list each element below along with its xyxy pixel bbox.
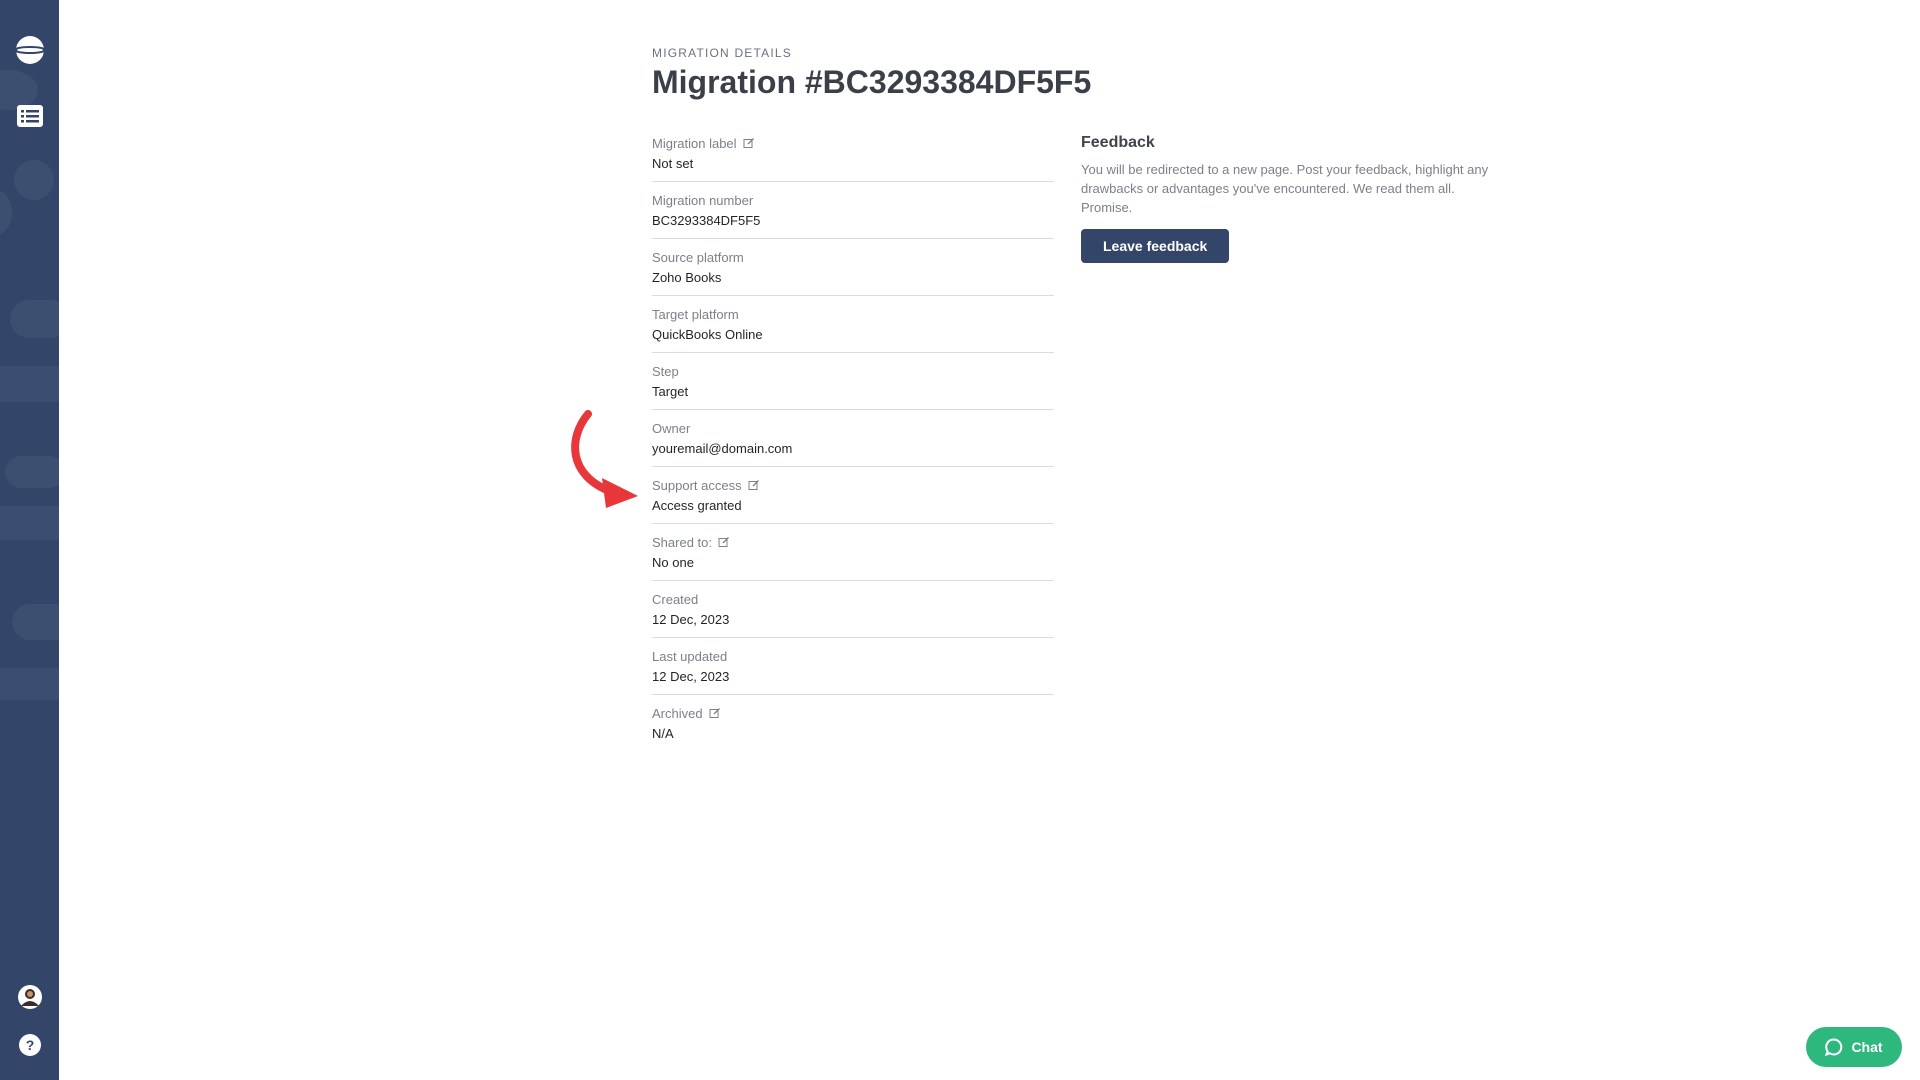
migration-details-list: Migration label Not set Migration number BC… bbox=[652, 134, 1054, 760]
chat-bubble-icon bbox=[1825, 1038, 1843, 1056]
detail-label: Shared to: bbox=[652, 533, 1054, 551]
detail-label-text: Last updated bbox=[652, 648, 728, 664]
detail-value: Not set bbox=[652, 156, 694, 171]
detail-label-text: Created bbox=[652, 591, 699, 607]
detail-row: Migration label Not set bbox=[652, 134, 1054, 182]
page-header: MIGRATION DETAILS Migration #BC3293384DF… bbox=[652, 46, 1552, 101]
detail-value: Zoho Books bbox=[652, 270, 722, 285]
avatar bbox=[17, 985, 42, 1009]
detail-label: Step bbox=[652, 362, 1054, 380]
help-button[interactable]: ? bbox=[0, 1030, 59, 1060]
detail-value: 12 Dec, 2023 bbox=[652, 669, 730, 684]
detail-label-text: Migration label bbox=[652, 135, 737, 151]
sidebar: ? bbox=[0, 0, 59, 1080]
edit-icon[interactable] bbox=[718, 536, 730, 548]
logo[interactable] bbox=[0, 30, 59, 70]
detail-label-text: Migration number bbox=[652, 192, 754, 208]
detail-row: Step Target bbox=[652, 362, 1054, 410]
annotation-arrow-icon bbox=[571, 410, 638, 508]
detail-value: Access granted bbox=[652, 498, 742, 513]
sidebar-decoration bbox=[12, 604, 59, 640]
page-eyebrow: MIGRATION DETAILS bbox=[652, 46, 792, 60]
sidebar-decoration bbox=[0, 668, 59, 700]
detail-value: N/A bbox=[652, 726, 674, 741]
detail-label: Owner bbox=[652, 419, 1054, 437]
detail-label-text: Support access bbox=[652, 477, 742, 493]
detail-label: Migration label bbox=[652, 134, 1054, 152]
detail-value: QuickBooks Online bbox=[652, 327, 763, 342]
svg-text:?: ? bbox=[25, 1037, 34, 1053]
edit-icon[interactable] bbox=[709, 707, 721, 719]
planet-logo-icon bbox=[12, 36, 47, 64]
detail-value: No one bbox=[652, 555, 694, 570]
detail-value: 12 Dec, 2023 bbox=[652, 612, 730, 627]
sidebar-decoration bbox=[0, 366, 59, 402]
detail-label-text: Source platform bbox=[652, 249, 744, 265]
detail-label: Source platform bbox=[652, 248, 1054, 266]
page-title: Migration #BC3293384DF5F5 bbox=[652, 64, 1092, 100]
sidebar-decoration bbox=[0, 190, 12, 235]
detail-row: Migration number BC3293384DF5F5 bbox=[652, 191, 1054, 239]
help-icon: ? bbox=[18, 1034, 41, 1056]
detail-label-text: Shared to: bbox=[652, 534, 712, 550]
detail-label-text: Target platform bbox=[652, 306, 739, 322]
detail-label: Migration number bbox=[652, 191, 1054, 209]
detail-label: Created bbox=[652, 590, 1054, 608]
detail-row: Source platform Zoho Books bbox=[652, 248, 1054, 296]
detail-row: Shared to: No one bbox=[652, 533, 1054, 581]
sidebar-decoration bbox=[10, 300, 59, 338]
sidebar-decoration bbox=[14, 160, 54, 200]
detail-value: youremail@domain.com bbox=[652, 441, 793, 456]
detail-label: Support access bbox=[652, 476, 1054, 494]
detail-label-text: Owner bbox=[652, 420, 691, 436]
detail-value: BC3293384DF5F5 bbox=[652, 213, 761, 228]
feedback-panel: Feedback You will be redirected to a new… bbox=[1081, 134, 1501, 263]
edit-icon[interactable] bbox=[743, 137, 755, 149]
list-icon bbox=[16, 105, 43, 127]
detail-row: Created 12 Dec, 2023 bbox=[652, 590, 1054, 638]
detail-label-text: Archived bbox=[652, 705, 703, 721]
feedback-title: Feedback bbox=[1081, 134, 1155, 151]
detail-label: Target platform bbox=[652, 305, 1054, 323]
edit-icon[interactable] bbox=[748, 479, 760, 491]
sidebar-decoration bbox=[5, 456, 59, 488]
sidebar-decoration bbox=[0, 506, 59, 540]
detail-label-text: Step bbox=[652, 363, 679, 379]
leave-feedback-button[interactable]: Leave feedback bbox=[1081, 229, 1230, 263]
feedback-description: You will be redirected to a new page. Po… bbox=[1081, 162, 1489, 215]
detail-label: Last updated bbox=[652, 647, 1054, 665]
nav-list-button[interactable] bbox=[0, 102, 59, 130]
detail-row: Archived N/A bbox=[652, 704, 1054, 751]
chat-label: Chat bbox=[1851, 1039, 1883, 1055]
detail-label: Archived bbox=[652, 704, 1054, 722]
detail-row: Support access Access granted bbox=[652, 476, 1054, 524]
detail-row: Last updated 12 Dec, 2023 bbox=[652, 647, 1054, 695]
detail-row: Owner youremail@domain.com bbox=[652, 419, 1054, 467]
user-avatar-button[interactable] bbox=[0, 982, 59, 1012]
chat-button[interactable]: Chat bbox=[1806, 1027, 1902, 1067]
detail-row: Target platform QuickBooks Online bbox=[652, 305, 1054, 353]
detail-value: Target bbox=[652, 384, 689, 399]
